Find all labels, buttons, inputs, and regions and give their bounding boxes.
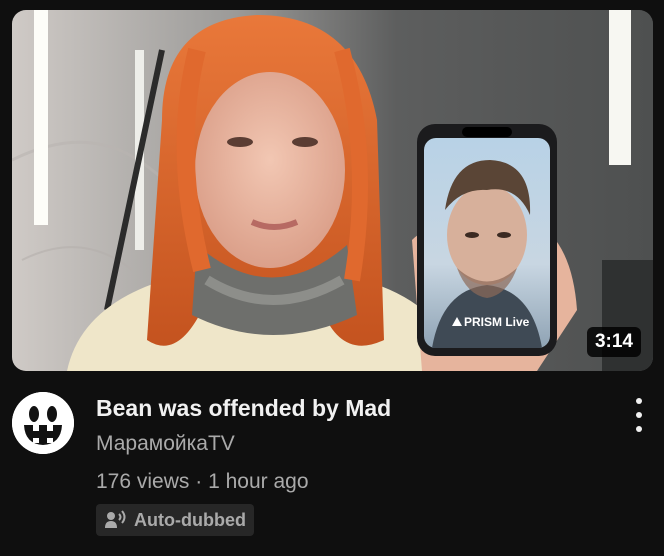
kebab-dot-icon — [636, 426, 642, 432]
thumbnail-image: PRISM Live — [12, 10, 653, 371]
duration-badge: 3:14 — [586, 327, 641, 357]
kebab-dot-icon — [636, 398, 642, 404]
view-count: 176 views — [96, 470, 190, 493]
smiley-face-icon — [12, 392, 74, 454]
stats-separator: · — [195, 470, 203, 493]
video-metadata: Bean was offended by Mad МарамойкаTV 176… — [96, 392, 596, 536]
thumbnail-overlay-text: PRISM Live — [464, 315, 530, 329]
video-card[interactable]: PRISM Live 3:14 Bean was offended by Mad… — [0, 0, 664, 556]
speaker-dub-icon — [105, 510, 126, 528]
video-stats: 176 views · 1 hour ago — [96, 468, 596, 496]
upload-time: 1 hour ago — [208, 470, 309, 493]
video-title[interactable]: Bean was offended by Mad — [96, 392, 596, 424]
more-options-button[interactable] — [626, 398, 652, 432]
video-thumbnail[interactable]: PRISM Live 3:14 — [12, 10, 653, 371]
auto-dubbed-badge: Auto-dubbed — [96, 504, 254, 536]
channel-avatar[interactable] — [12, 392, 74, 454]
auto-dubbed-label: Auto-dubbed — [134, 509, 246, 530]
channel-name[interactable]: МарамойкаTV — [96, 430, 596, 458]
kebab-dot-icon — [636, 412, 642, 418]
